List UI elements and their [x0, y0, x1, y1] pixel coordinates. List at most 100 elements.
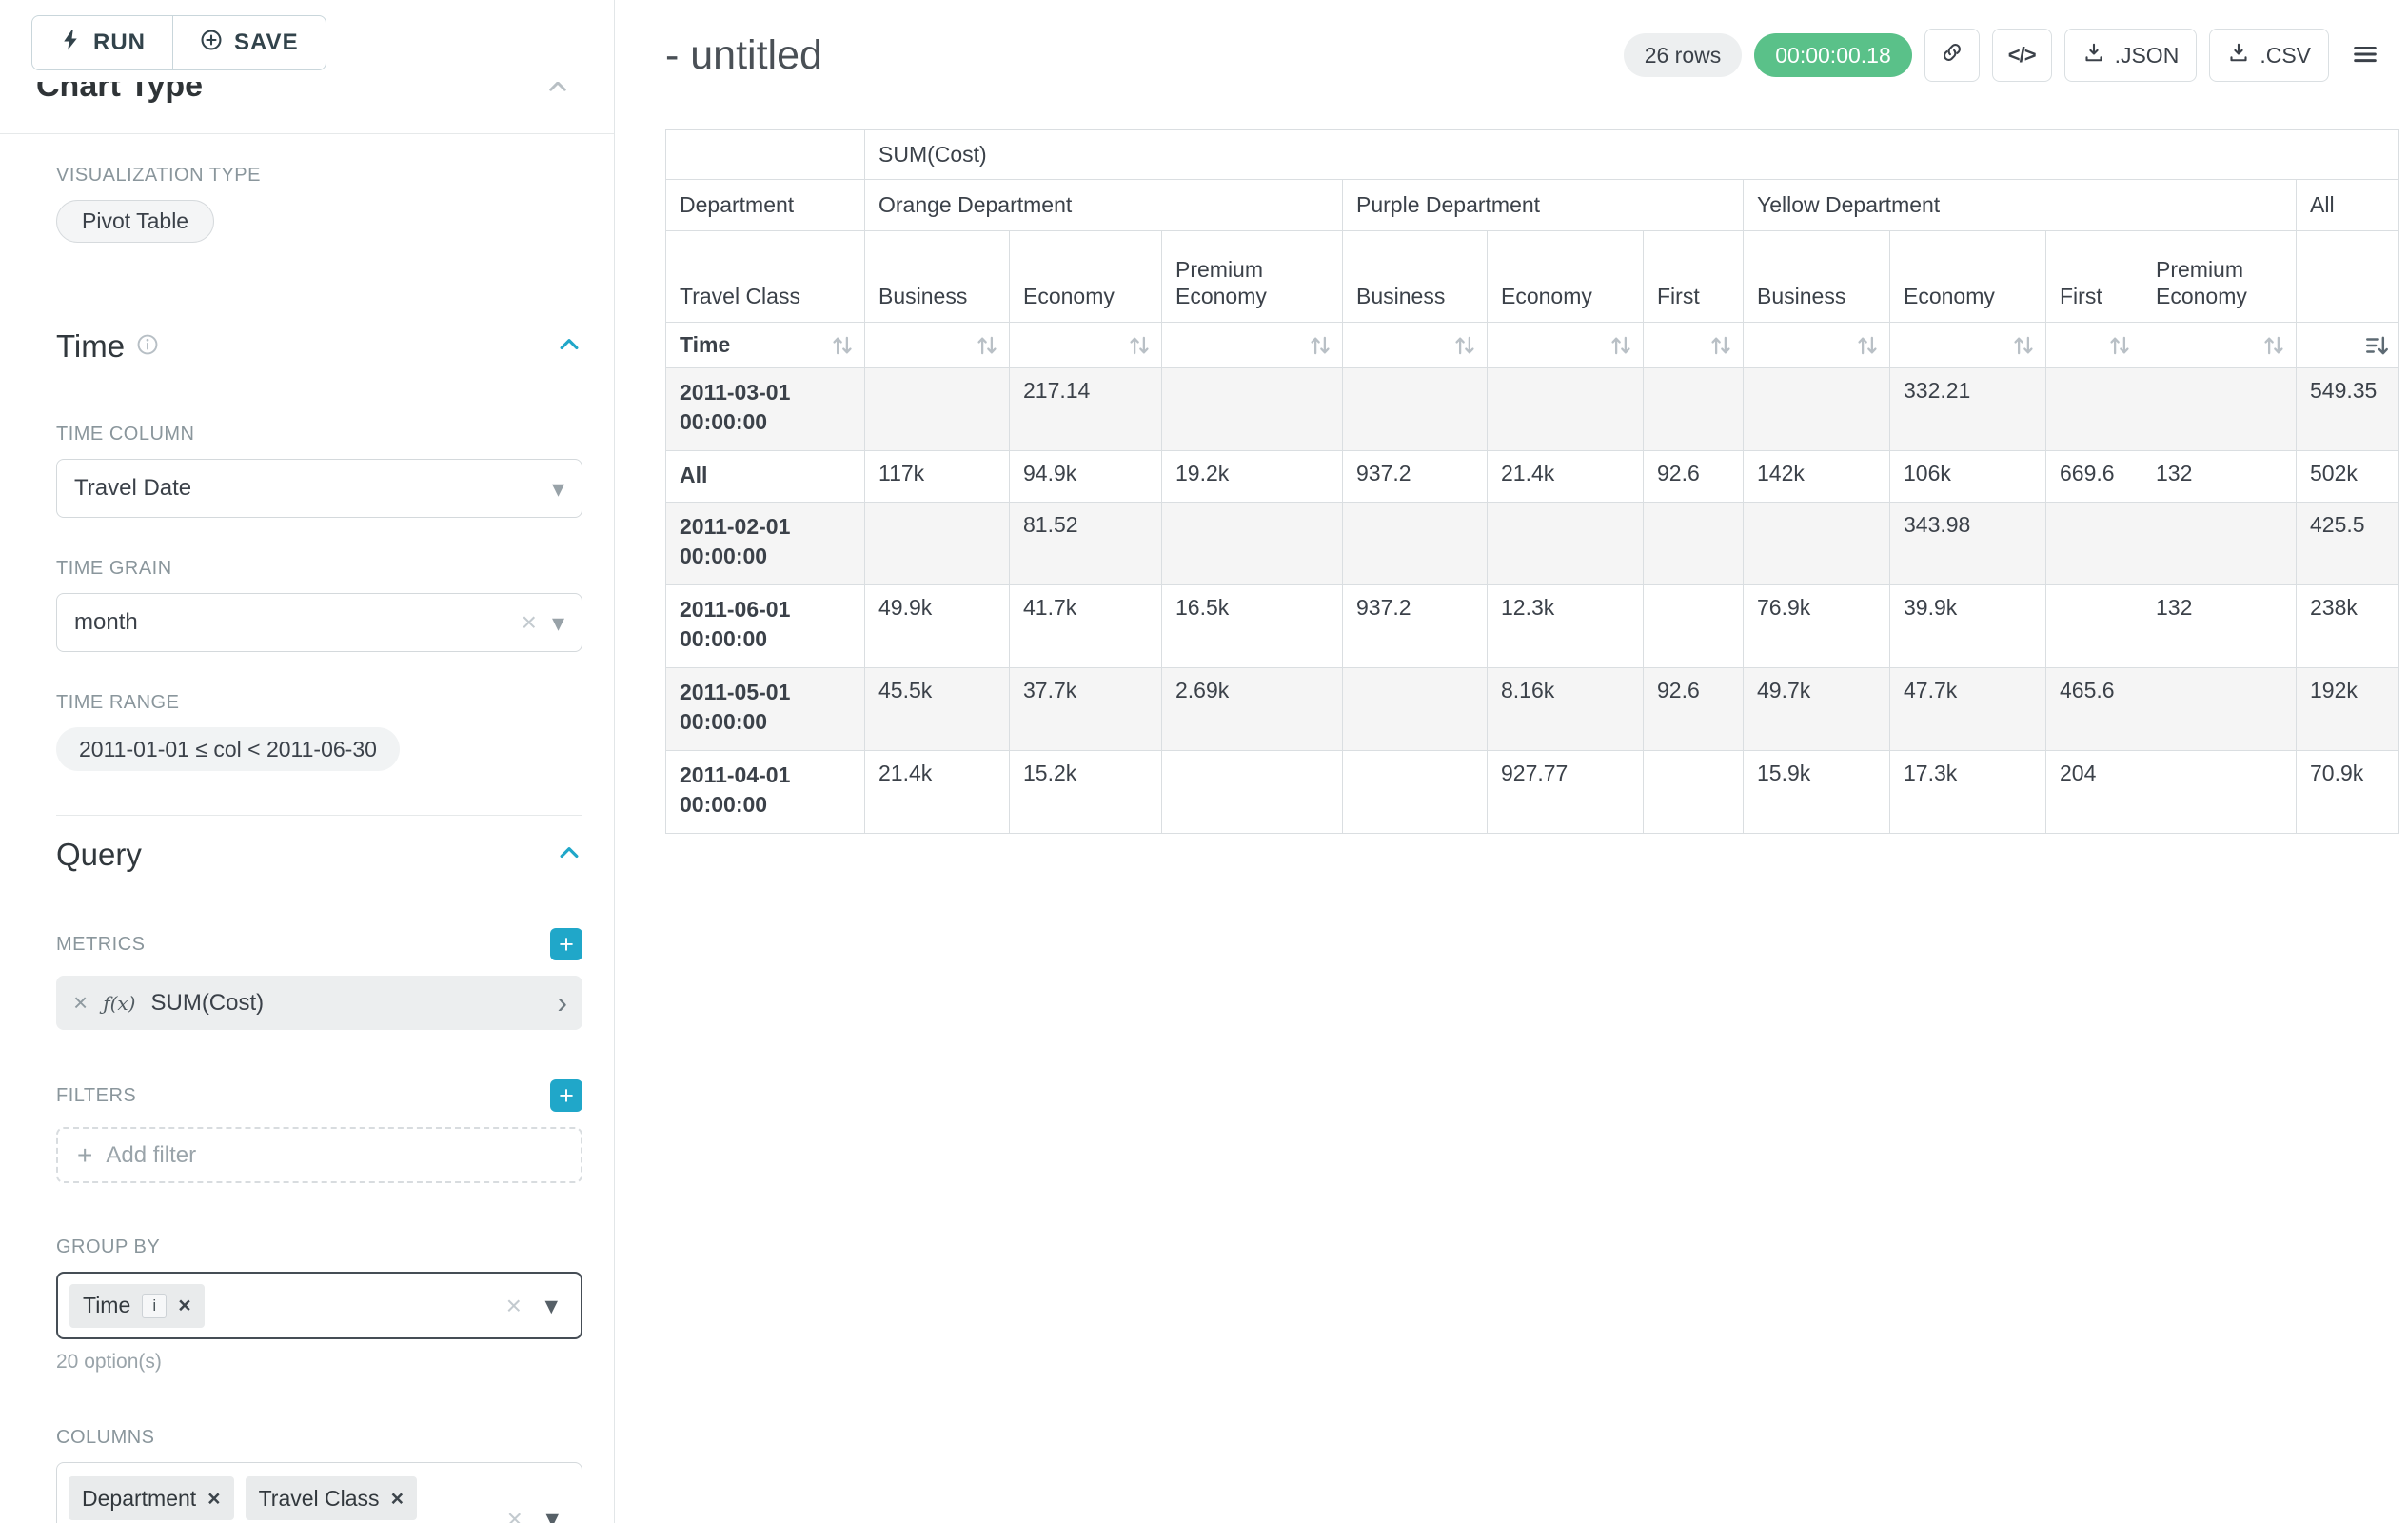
pivot-cell [1162, 368, 1343, 451]
time-column-select[interactable]: Travel Date ▾ [56, 459, 582, 518]
pivot-cell: 927.77 [1488, 751, 1644, 834]
metric-chip[interactable]: × ƒ(x) SUM(Cost) › [56, 976, 582, 1030]
pivot-cell: 45.5k [865, 668, 1010, 751]
clear-icon[interactable]: × [506, 1293, 522, 1319]
time-grain-value: month [74, 609, 138, 636]
pivot-cell: 8.16k [1488, 668, 1644, 751]
more-menu-button[interactable] [2341, 40, 2389, 71]
chevron-down-icon[interactable]: ▾ [552, 610, 564, 635]
remove-chip-icon[interactable]: × [391, 1486, 404, 1512]
columns-chip[interactable]: Travel Class × [246, 1476, 417, 1520]
query-timer-badge: 00:00:00.18 [1754, 33, 1912, 77]
sort-icon[interactable] [1308, 333, 1332, 358]
sort-icon[interactable] [1609, 333, 1633, 358]
plus-icon: + [77, 1140, 92, 1171]
clear-icon[interactable]: × [507, 1506, 523, 1523]
row-dimension-header: Time [666, 323, 865, 368]
group-by-select[interactable]: Time i × × ▾ [56, 1272, 582, 1339]
sort-icon[interactable] [975, 333, 999, 358]
sort-icon[interactable] [2261, 333, 2286, 358]
time-grain-select[interactable]: month × ▾ [56, 593, 582, 652]
pivot-cell [865, 503, 1010, 585]
code-icon: </> [2008, 43, 2036, 68]
sort-icon[interactable] [2011, 333, 2036, 358]
chart-panel: - untitled 26 rows 00:00:00.18 </> .JSON [616, 0, 2408, 1523]
columns-chip-label: Department [82, 1486, 196, 1512]
sort-icon[interactable] [1127, 333, 1152, 358]
time-grain-label: TIME GRAIN [56, 558, 582, 580]
group-by-chip-label: Time [83, 1293, 130, 1318]
pivot-cell: 12.3k [1488, 585, 1644, 668]
collapse-chevron-icon[interactable] [556, 331, 582, 363]
function-icon: ƒ(x) [103, 992, 135, 1015]
time-section-title: Time [56, 328, 125, 365]
sort-icon[interactable] [1855, 333, 1880, 358]
pivot-cell: 19.2k [1162, 451, 1343, 503]
table-row: All117k94.9k19.2k937.221.4k92.6142k106k6… [666, 451, 2399, 503]
export-json-label: .JSON [2115, 43, 2180, 69]
table-row: 2011-06-01 00:00:0049.9k41.7k16.5k937.21… [666, 585, 2399, 668]
sort-header [1162, 323, 1343, 368]
bolt-icon [59, 29, 82, 58]
sort-icon[interactable] [1708, 333, 1733, 358]
pivot-cell: 21.4k [1488, 451, 1644, 503]
chart-title[interactable]: - untitled [665, 32, 822, 79]
column-subdimension-header: Travel Class [666, 231, 865, 323]
travel-class-column-header: Economy [1010, 231, 1162, 323]
travel-class-column-header: First [2046, 231, 2142, 323]
department-group-header: Yellow Department [1744, 180, 2297, 231]
pivot-cell [2142, 668, 2297, 751]
remove-chip-icon[interactable]: × [178, 1293, 190, 1318]
query-section-header: Query [56, 837, 582, 873]
section-divider [0, 133, 614, 134]
view-query-button[interactable]: </> [1992, 29, 2052, 82]
chevron-right-icon[interactable]: › [557, 985, 567, 1020]
sort-descending-icon[interactable] [2364, 333, 2389, 358]
columns-chip[interactable]: Department × [69, 1476, 234, 1520]
remove-metric-icon[interactable]: × [73, 988, 88, 1018]
chevron-down-icon[interactable]: ▾ [552, 476, 564, 501]
time-range-pill[interactable]: 2011-01-01 ≤ col < 2011-06-30 [56, 727, 400, 771]
pivot-cell [1488, 503, 1644, 585]
chevron-up-icon[interactable] [545, 82, 570, 104]
group-by-chip[interactable]: Time i × [69, 1284, 205, 1328]
save-button[interactable]: SAVE [172, 15, 326, 70]
collapse-chevron-icon[interactable] [556, 840, 582, 871]
run-button[interactable]: RUN [31, 15, 173, 70]
pivot-cell: 15.9k [1744, 751, 1890, 834]
pivot-cell: 39.9k [1890, 585, 2046, 668]
download-icon [2082, 41, 2105, 69]
sort-icon[interactable] [2107, 333, 2132, 358]
pivot-cell: 204 [2046, 751, 2142, 834]
remove-chip-icon[interactable]: × [207, 1486, 220, 1512]
visualization-type-pill[interactable]: Pivot Table [56, 200, 214, 243]
pivot-cell: 92.6 [1644, 451, 1744, 503]
columns-select[interactable]: Department × Travel Class × × ▾ [56, 1462, 582, 1523]
pivot-cell: 15.2k [1010, 751, 1162, 834]
chevron-down-icon[interactable]: ▾ [545, 1507, 559, 1523]
columns-label: COLUMNS [56, 1427, 582, 1449]
group-by-label: GROUP BY [56, 1236, 582, 1258]
export-csv-button[interactable]: .CSV [2209, 29, 2329, 82]
sort-icon[interactable] [1452, 333, 1477, 358]
pivot-cell [2046, 368, 2142, 451]
travel-class-column-header: Premium Economy [2142, 231, 2297, 323]
copy-link-button[interactable] [1924, 29, 1980, 82]
pivot-cell [2142, 368, 2297, 451]
download-icon [2227, 41, 2250, 69]
add-filter-plus-button[interactable]: + [550, 1079, 582, 1112]
sort-header [2142, 323, 2297, 368]
add-metric-button[interactable]: + [550, 928, 582, 960]
export-json-button[interactable]: .JSON [2064, 29, 2198, 82]
pivot-cell: 49.9k [865, 585, 1010, 668]
pivot-cell [1744, 503, 1890, 585]
add-filter-button[interactable]: + Add filter [56, 1127, 582, 1183]
pivot-cell: 937.2 [1343, 585, 1488, 668]
pivot-cell: 49.7k [1744, 668, 1890, 751]
chevron-down-icon[interactable]: ▾ [544, 1293, 558, 1318]
group-by-options-hint: 20 option(s) [56, 1351, 582, 1374]
travel-class-column-header: Premium Economy [1162, 231, 1343, 323]
clear-icon[interactable]: × [522, 609, 537, 636]
sort-icon[interactable] [830, 333, 855, 358]
row-label: 2011-04-01 00:00:00 [666, 751, 865, 834]
